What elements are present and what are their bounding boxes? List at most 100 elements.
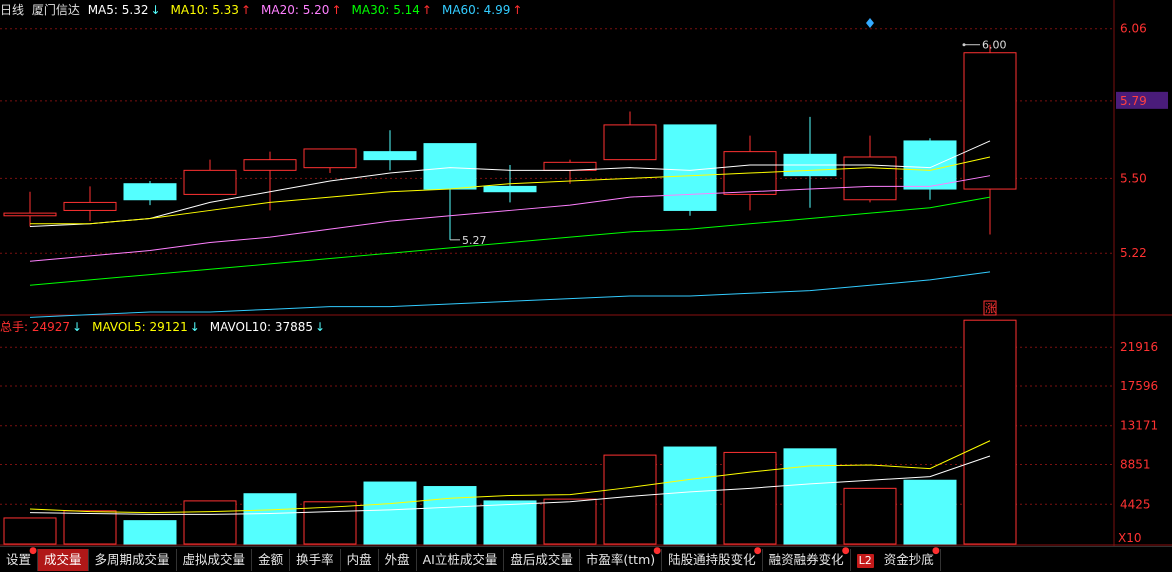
tab-label: AI立桩成交量: [422, 551, 498, 567]
tab-label: 换手率: [296, 551, 334, 567]
tab-7[interactable]: 外盘: [379, 548, 417, 571]
arrow-down-icon: ↓: [315, 320, 326, 334]
ma-indicator-2[interactable]: MA20: 5.20 ↑: [261, 3, 347, 17]
tab-label: 内盘: [346, 551, 372, 567]
volume-bar[interactable]: [483, 500, 537, 545]
new-dot-icon: ●: [931, 545, 940, 556]
volume-bar[interactable]: [63, 510, 117, 545]
tab-1[interactable]: 成交量: [38, 548, 89, 571]
tab-4[interactable]: 金额: [252, 548, 291, 571]
volume-bar[interactable]: [783, 448, 837, 545]
vol-indicator-1[interactable]: MAVOL5: 29121 ↓: [92, 320, 206, 334]
volume-tick-label: 21916: [1120, 340, 1158, 354]
candle[interactable]: [603, 124, 657, 161]
tab-label: 市盈率(ttm): [585, 551, 656, 567]
candle[interactable]: [183, 169, 237, 195]
new-dot-icon: ●: [753, 545, 762, 556]
candle[interactable]: [423, 143, 477, 190]
candle[interactable]: [123, 183, 177, 201]
vol-indicator-2[interactable]: MAVOL10: 37885 ↓: [210, 320, 331, 334]
new-dot-icon: ●: [653, 545, 662, 556]
candle[interactable]: [903, 140, 957, 190]
volume-bar[interactable]: [843, 487, 897, 545]
tab-8[interactable]: AI立桩成交量: [417, 548, 505, 571]
ma-indicator-1[interactable]: MA10: 5.33 ↑: [171, 3, 257, 17]
tab-0[interactable]: 设置 ●: [0, 546, 39, 571]
volume-bar[interactable]: [243, 493, 297, 545]
ma-indicator-0[interactable]: MA5: 5.32 ↓: [88, 3, 167, 17]
ma-indicator-value: MA5: 5.32: [87, 3, 149, 17]
price-indicator-header: 日线 厦门信达 MA5: 5.32 ↓ MA10: 5.33 ↑ MA20: 5.20 ↑…: [0, 1, 532, 19]
indicator-tab-bar: 设置 ● 成交量 多周期成交量 虚拟成交量 金额 换手率 内盘 外盘 AI立桩成交量 盘后成交量 市盈…: [0, 546, 1172, 572]
tab-label: 金额: [258, 551, 284, 567]
ma-indicator-value: MA20: 5.20: [261, 3, 330, 17]
candle[interactable]: [63, 201, 117, 211]
tab-2[interactable]: 多周期成交量: [89, 548, 177, 571]
volume-bar[interactable]: [363, 481, 417, 545]
volume-bar[interactable]: [903, 479, 957, 545]
volume-bar[interactable]: [963, 319, 1017, 545]
arrow-up-icon: ↑: [421, 3, 432, 17]
tab-label: 盘后成交量: [510, 551, 573, 567]
tab-label: 虚拟成交量: [182, 551, 246, 567]
tab-12[interactable]: 融资融券变化 ●: [763, 545, 851, 571]
candle[interactable]: [843, 156, 897, 201]
volume-bar[interactable]: [183, 500, 237, 545]
ma-indicator-value: MA60: 4.99: [441, 3, 511, 17]
ma-indicator-4[interactable]: MA60: 4.99 ↑: [442, 3, 528, 17]
volume-tick-label: 17596: [1120, 379, 1158, 393]
tab-5[interactable]: 换手率: [290, 548, 341, 571]
high-dot: [962, 43, 966, 47]
tab-10[interactable]: 市盈率(ttm) ●: [580, 545, 663, 571]
new-dot-icon: ●: [841, 545, 850, 556]
tab-label: 成交量: [44, 551, 82, 567]
arrow-down-icon: ↓: [150, 3, 161, 17]
tab-14[interactable]: 资金抄底 ●: [878, 545, 941, 571]
arrow-up-icon: ↑: [240, 3, 252, 17]
volume-bar[interactable]: [123, 520, 177, 545]
candle[interactable]: [663, 124, 717, 211]
period-label[interactable]: 日线: [0, 3, 24, 17]
volume-bar[interactable]: [723, 451, 777, 545]
tab-label: 融资融券变化: [768, 551, 844, 567]
vol-indicator-value: 总手: 24927: [0, 320, 71, 334]
candle[interactable]: [963, 52, 1017, 190]
tab-11[interactable]: 陆股通持股变化 ●: [662, 545, 763, 571]
stock-name[interactable]: 厦门信达: [32, 3, 80, 17]
tab-label: 外盘: [384, 551, 410, 567]
price-tick-label: 5.50: [1120, 171, 1147, 185]
vol-indicator-0[interactable]: 总手: 24927 ↓: [0, 320, 88, 334]
tab-3[interactable]: 虚拟成交量: [177, 548, 253, 571]
candle[interactable]: [243, 159, 297, 171]
volume-bar[interactable]: [423, 486, 477, 545]
tab-label: 陆股通持股变化: [668, 551, 756, 567]
kline-chart-area[interactable]: 6.06 5.79 5.50 5.22 21916 17596 13171 8851 4425 X…: [0, 0, 1172, 571]
event-diamond-icon[interactable]: [866, 18, 874, 28]
arrow-up-icon: ↑: [331, 3, 342, 17]
tab-label: 资金抄底: [883, 551, 934, 567]
volume-tick-label: 13171: [1120, 419, 1158, 433]
arrow-up-icon: ↑: [512, 3, 523, 17]
l2-badge: L2: [856, 553, 874, 568]
high-price-label: 6.00: [982, 39, 1007, 52]
volume-bar[interactable]: [543, 498, 597, 545]
candle[interactable]: [3, 212, 57, 217]
candle[interactable]: [363, 151, 417, 161]
tab-13[interactable]: L2: [851, 549, 878, 571]
tab-9[interactable]: 盘后成交量: [504, 548, 580, 571]
price-tick-label: 6.06: [1120, 22, 1147, 36]
chart-canvas[interactable]: 6.06 5.79 5.50 5.22 21916 17596 13171 8851 4425 X…: [0, 0, 1172, 546]
candle[interactable]: [483, 185, 537, 193]
limit-up-marker: 涨: [985, 302, 996, 315]
candle[interactable]: [303, 148, 357, 169]
volume-unit-label: X10: [1118, 531, 1142, 545]
tab-6[interactable]: 内盘: [341, 548, 379, 571]
price-tick-label: 5.22: [1120, 246, 1147, 260]
volume-bar[interactable]: [663, 446, 717, 545]
volume-tick-label: 8851: [1120, 458, 1151, 472]
volume-bar[interactable]: [603, 454, 657, 545]
volume-bar[interactable]: [3, 517, 57, 545]
ma-indicator-3[interactable]: MA30: 5.14 ↑: [352, 3, 438, 17]
ma60-line: [29, 271, 991, 318]
volume-indicator-header: 总手: 24927 ↓ MAVOL5: 29121 ↓ MAVOL10: 37885 ↓: [0, 318, 335, 336]
